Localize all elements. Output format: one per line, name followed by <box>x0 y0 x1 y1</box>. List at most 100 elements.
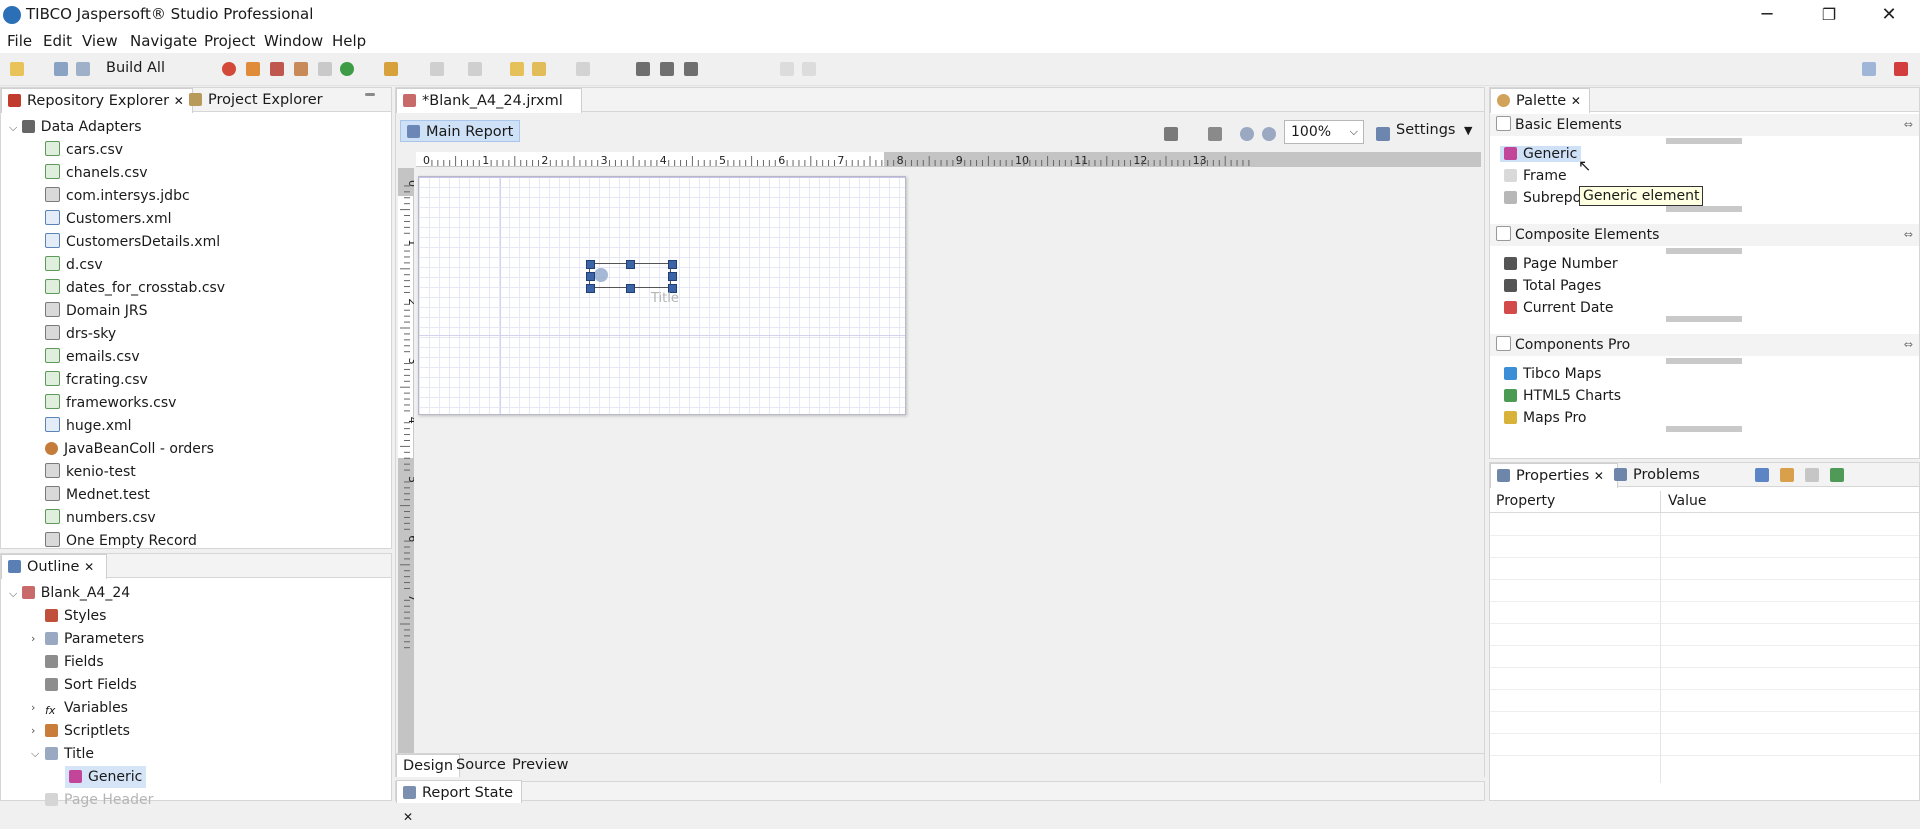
menu-navigate[interactable]: Navigate <box>130 32 197 50</box>
menu-view[interactable]: View <box>82 32 118 50</box>
menu-project[interactable]: Project <box>204 32 255 50</box>
outline-item[interactable]: Styles <box>45 605 106 627</box>
report-icon[interactable] <box>246 62 260 76</box>
outline-item[interactable]: › Parameters <box>31 628 144 650</box>
data-adapter-item[interactable]: frameworks.csv <box>45 392 176 414</box>
view-options-icon[interactable] <box>1164 127 1178 141</box>
palette-item[interactable]: Tibco Maps <box>1504 366 1601 382</box>
data-adapter-item[interactable]: huge.xml <box>45 415 132 437</box>
outline-item[interactable]: Generic <box>65 766 147 788</box>
data-adapter-item[interactable]: drs-sky <box>45 323 116 345</box>
tab-properties[interactable]: Properties ✕ <box>1490 463 1618 488</box>
expand-toggle-icon[interactable]: › <box>31 720 35 742</box>
tab-blank-a4-24[interactable]: *Blank_A4_24.jrxml ✕ <box>396 88 582 132</box>
outline-item[interactable]: › fx Variables <box>31 697 128 719</box>
outline-item[interactable]: ⌵ Title <box>31 743 94 765</box>
report-canvas[interactable]: Title <box>418 176 906 415</box>
debug-icon[interactable] <box>222 62 236 76</box>
main-report-breadcrumb[interactable]: Main Report <box>400 120 521 142</box>
resize-handle-w[interactable] <box>586 272 595 281</box>
menu-edit[interactable]: Edit <box>43 32 72 50</box>
collapse-section-icon[interactable]: ⇔ <box>1904 224 1913 246</box>
palette-scroll-down[interactable] <box>1666 316 1742 322</box>
palette-item[interactable]: Total Pages <box>1504 278 1601 294</box>
maximize-button[interactable]: ❐ <box>1806 0 1852 30</box>
data-adapter-item[interactable]: Mednet.test <box>45 484 150 506</box>
perspective-icon[interactable] <box>1862 62 1876 76</box>
data-adapter-item[interactable]: numbers.csv <box>45 507 156 529</box>
save-all-icon[interactable] <box>76 62 90 76</box>
run-icon[interactable] <box>340 62 354 76</box>
outline-item[interactable]: Fields <box>45 651 104 673</box>
zoom-out-icon[interactable] <box>1262 127 1276 141</box>
data-adapter-item[interactable]: cars.csv <box>45 139 123 161</box>
data-adapter-item[interactable]: JavaBeanColl - orders <box>45 438 214 460</box>
menu-window[interactable]: Window <box>264 32 323 50</box>
data-adapter-item[interactable]: d.csv <box>45 254 103 276</box>
back-icon[interactable] <box>532 62 546 76</box>
layout-icon[interactable] <box>636 62 650 76</box>
expand-toggle-icon[interactable]: ⌵ <box>31 743 39 765</box>
save-icon[interactable] <box>54 62 68 76</box>
data-adapter-item[interactable]: One Empty Record <box>45 530 197 552</box>
menu-file[interactable]: File <box>7 32 32 50</box>
palette-section-header[interactable]: Basic Elements ⇔ <box>1490 114 1919 136</box>
annotation-icon[interactable] <box>510 62 524 76</box>
collapse-section-icon[interactable]: ⇔ <box>1904 114 1913 136</box>
preview-icon[interactable] <box>318 62 332 76</box>
palette-scroll-down[interactable] <box>1666 426 1742 432</box>
collapse-section-icon[interactable]: ⇔ <box>1904 334 1913 356</box>
palette-item[interactable]: Generic <box>1500 146 1582 162</box>
jaspersoft-perspective-icon[interactable] <box>1894 62 1908 76</box>
data-adapter-item[interactable]: chanels.csv <box>45 162 148 184</box>
palette-item[interactable]: Maps Pro <box>1504 410 1587 426</box>
tab-palette[interactable]: Palette ✕ <box>1490 88 1590 113</box>
outline-item[interactable]: Page Header <box>45 789 153 811</box>
tab-problems[interactable]: Problems <box>1608 463 1706 487</box>
palette-scroll-up[interactable] <box>1666 358 1742 364</box>
data-adapter-item[interactable]: fcrating.csv <box>45 369 148 391</box>
bands-icon[interactable] <box>1208 127 1222 141</box>
data-adapter-item[interactable]: CustomersDetails.xml <box>45 231 220 253</box>
wizard-icon[interactable] <box>384 62 398 76</box>
settings-menu[interactable]: Settings <box>1396 122 1455 138</box>
palette-scroll-down[interactable] <box>1666 206 1742 212</box>
filter-icon[interactable] <box>1780 468 1794 482</box>
resize-handle-e[interactable] <box>668 272 677 281</box>
tab-source[interactable]: Source <box>450 754 512 776</box>
minimize-button[interactable]: ─ <box>1744 0 1790 30</box>
new-icon[interactable] <box>10 62 24 76</box>
compile-icon[interactable] <box>270 62 284 76</box>
palette-item[interactable]: Current Date <box>1504 300 1614 316</box>
palette-scroll-up[interactable] <box>1666 138 1742 144</box>
outline-root[interactable]: ⌵ Blank_A4_24 <box>9 582 130 604</box>
menu-help[interactable]: Help <box>332 32 366 50</box>
palette-section-header[interactable]: Components Pro ⇔ <box>1490 334 1919 356</box>
resize-handle-n[interactable] <box>626 260 635 269</box>
data-adapter-item[interactable]: Customers.xml <box>45 208 172 230</box>
tab-outline[interactable]: Outline ✕ <box>1 554 107 579</box>
distribute-icon[interactable] <box>684 62 698 76</box>
tab-preview[interactable]: Preview <box>506 754 574 776</box>
data-adapter-item[interactable]: Domain JRS <box>45 300 148 322</box>
settings-dropdown-icon[interactable]: ▼ <box>1464 124 1472 137</box>
zoom-select[interactable]: 100% ⌵ <box>1284 120 1364 144</box>
tab-report-state[interactable]: Report State ✕ <box>396 780 522 824</box>
resize-handle-s[interactable] <box>626 284 635 293</box>
edit-report-icon[interactable] <box>294 62 308 76</box>
tab-repository-explorer[interactable]: Repository Explorer ✕ <box>1 88 193 113</box>
tab-project-explorer[interactable]: Project Explorer <box>183 88 329 112</box>
palette-item[interactable]: HTML5 Charts <box>1504 388 1621 404</box>
resize-handle-nw[interactable] <box>586 260 595 269</box>
data-adapter-item[interactable]: kenio-test <box>45 461 136 483</box>
data-adapter-item[interactable]: dates_for_crosstab.csv <box>45 277 225 299</box>
zoom-in-icon[interactable] <box>1240 127 1254 141</box>
resize-handle-sw[interactable] <box>586 284 595 293</box>
build-all-button[interactable]: Build All <box>106 60 165 76</box>
categories-icon[interactable] <box>1755 468 1769 482</box>
pin-icon[interactable] <box>1830 468 1844 482</box>
outline-item[interactable]: Sort Fields <box>45 674 137 696</box>
palette-scroll-up[interactable] <box>1666 248 1742 254</box>
palette-section-header[interactable]: Composite Elements ⇔ <box>1490 224 1919 246</box>
minimize-view-icon[interactable] <box>365 93 375 96</box>
